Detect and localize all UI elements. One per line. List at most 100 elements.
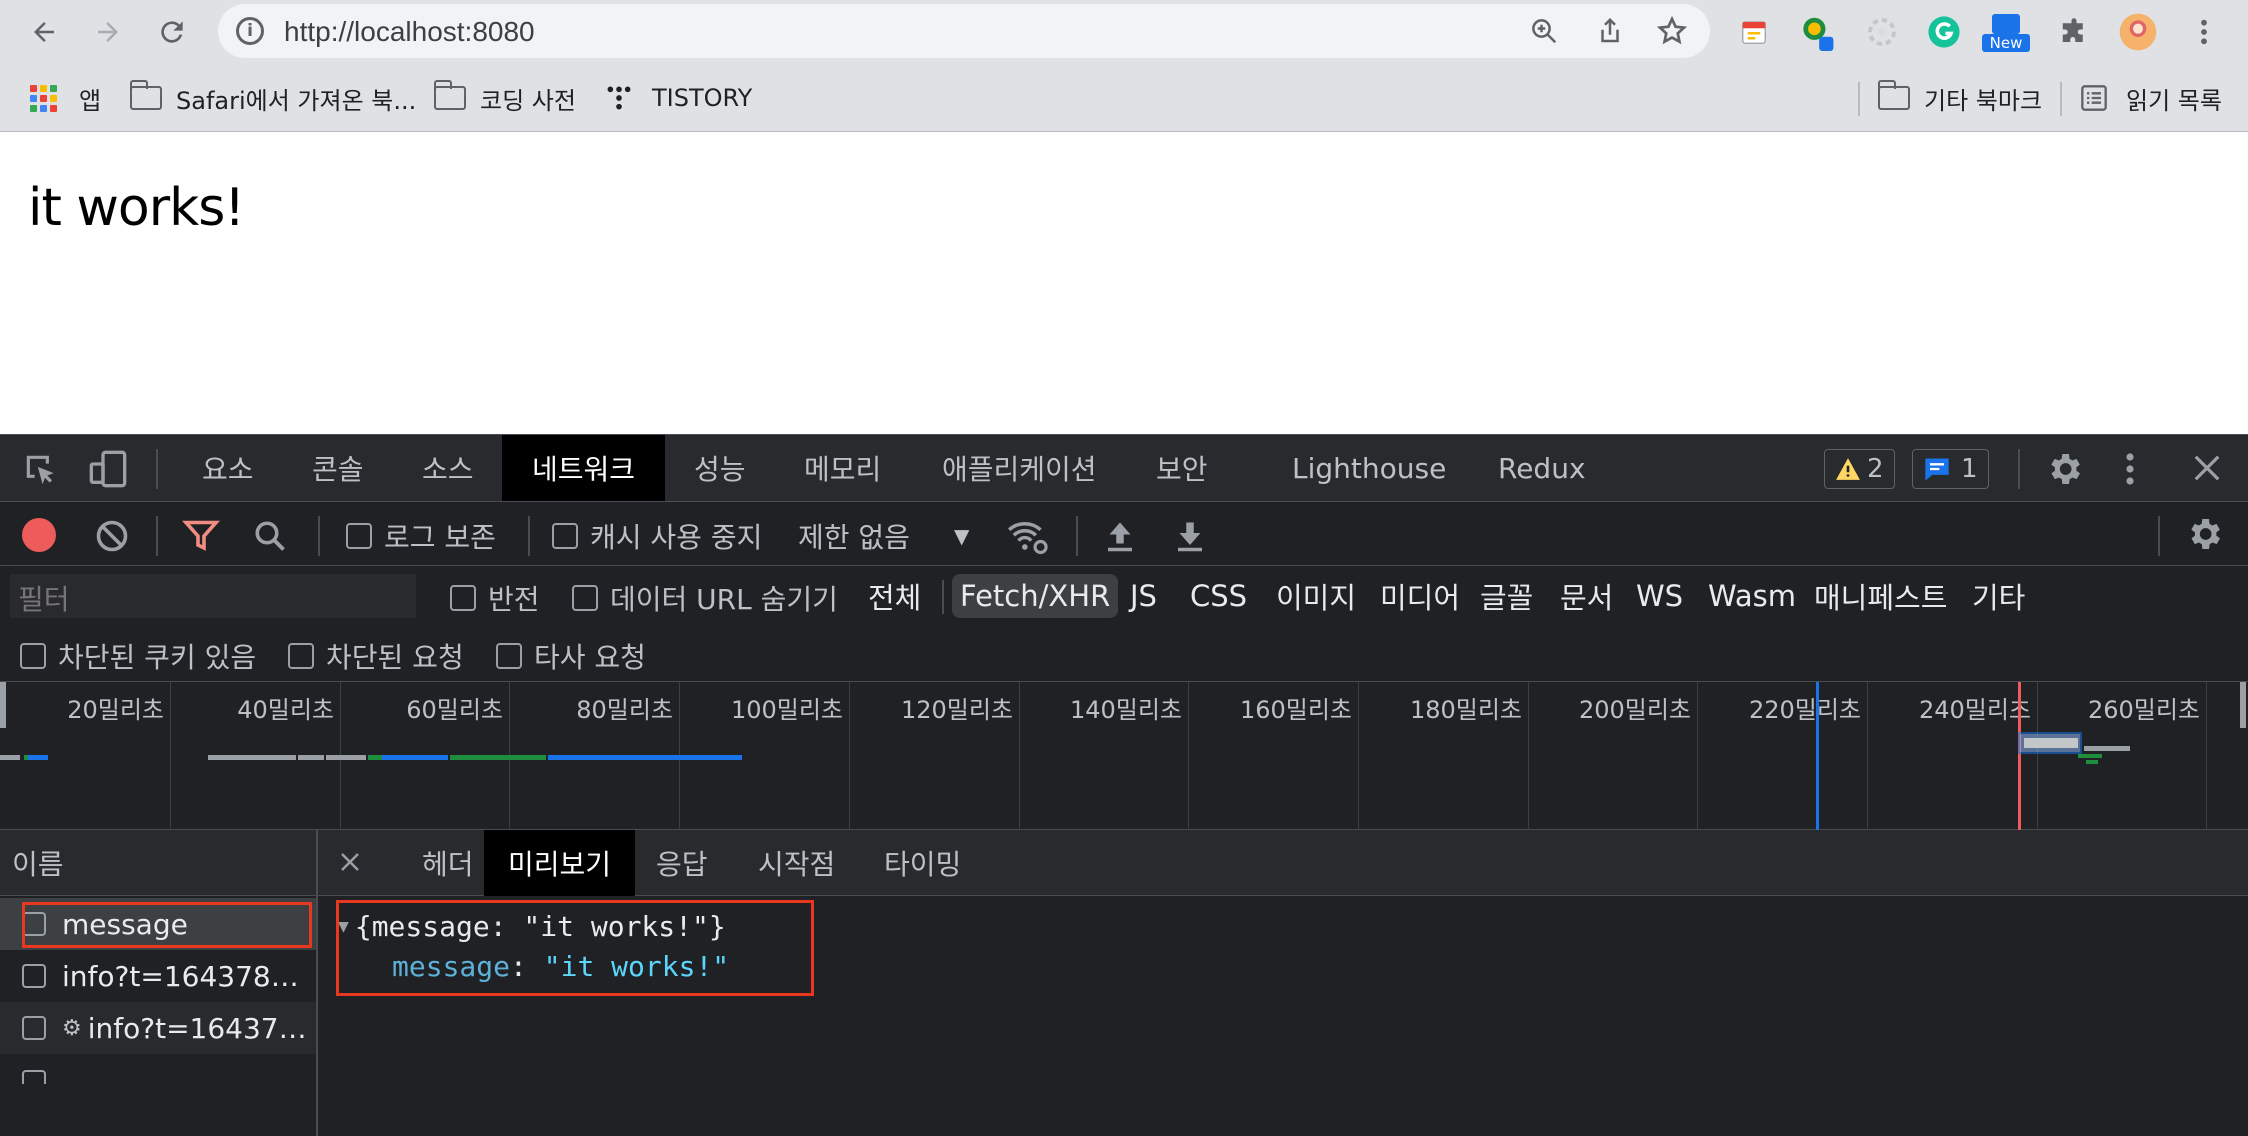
- tab-redux[interactable]: Redux: [1478, 435, 1606, 501]
- tab-preview[interactable]: 미리보기: [484, 830, 636, 896]
- checkbox[interactable]: [346, 523, 372, 549]
- invert-checkbox[interactable]: 반전: [450, 578, 540, 618]
- checkbox[interactable]: [552, 523, 578, 549]
- type-filter-js[interactable]: JS: [1124, 574, 1163, 618]
- type-filter-ws[interactable]: WS: [1630, 574, 1689, 618]
- timeline-bar: [208, 755, 296, 760]
- site-info-icon[interactable]: i: [236, 17, 264, 45]
- preserve-log-checkbox[interactable]: 로그 보존: [346, 516, 496, 556]
- name-column-header[interactable]: 이름: [0, 830, 316, 896]
- import-har-icon[interactable]: [1102, 518, 1138, 561]
- reload-button[interactable]: [148, 8, 196, 56]
- record-icon[interactable]: [22, 518, 56, 552]
- search-icon[interactable]: [252, 518, 288, 561]
- tab-network[interactable]: 네트워크: [502, 435, 666, 501]
- tab-memory[interactable]: 메모리: [784, 435, 901, 501]
- share-icon[interactable]: [1592, 13, 1628, 49]
- type-filter-all[interactable]: 전체: [862, 574, 927, 618]
- folder-icon: [129, 80, 162, 110]
- spinner-extension-icon[interactable]: [1862, 12, 1902, 52]
- filter-input[interactable]: [10, 574, 416, 618]
- tab-response[interactable]: 응답: [634, 830, 730, 896]
- network-conditions-icon[interactable]: [1006, 516, 1050, 563]
- network-settings-gear-icon[interactable]: [2184, 514, 2224, 561]
- timeline-bar: [298, 755, 324, 760]
- overview-right-handle[interactable]: [2240, 682, 2246, 728]
- arrow-right-icon: [98, 22, 118, 42]
- checkbox[interactable]: [572, 585, 598, 611]
- type-filter-fetch-xhr[interactable]: Fetch/XHR: [952, 574, 1119, 618]
- tab-performance[interactable]: 성능: [674, 435, 766, 501]
- blocked-cookies-checkbox[interactable]: 차단된 쿠키 있음: [20, 636, 256, 676]
- type-filter-media[interactable]: 미디어: [1374, 574, 1466, 618]
- request-row-info-2[interactable]: ⚙ info?t=16437…: [0, 1002, 316, 1054]
- back-button[interactable]: [20, 8, 68, 56]
- bird-extension-icon[interactable]: [1796, 12, 1836, 52]
- overview-left-handle[interactable]: [0, 682, 6, 728]
- network-overview-timeline[interactable]: 20밀리초 40밀리초 60밀리초 80밀리초 100밀리초 120밀리초 140밀리초 16…: [0, 682, 2248, 830]
- request-row-partial[interactable]: [0, 1054, 316, 1084]
- type-filter-other[interactable]: 기타: [1966, 574, 2031, 618]
- grammarly-icon[interactable]: [1924, 12, 1964, 52]
- extensions-puzzle-icon[interactable]: [2054, 12, 2094, 52]
- timeline-bar: [2078, 754, 2102, 758]
- zoom-icon[interactable]: [1526, 13, 1562, 49]
- type-filter-img[interactable]: 이미지: [1270, 574, 1362, 618]
- request-detail-pane: 헤더 미리보기 응답 시작점 타이밍 ▼ {message: "it works…: [318, 830, 2248, 1136]
- bookmark-coding-dictionary[interactable]: 코딩 사전: [433, 80, 576, 115]
- checkbox[interactable]: [20, 643, 46, 669]
- messages-badge[interactable]: 1: [1912, 449, 1989, 489]
- timeline-tick-label: 80밀리초: [576, 696, 673, 724]
- device-toolbar-icon[interactable]: [88, 449, 128, 496]
- type-filter-wasm[interactable]: Wasm: [1702, 574, 1802, 618]
- type-filter-manifest[interactable]: 매니페스트: [1808, 574, 1953, 618]
- tab-headers[interactable]: 헤더: [400, 830, 496, 896]
- type-filter-font[interactable]: 글꼴: [1474, 574, 1539, 618]
- type-filter-doc[interactable]: 문서: [1554, 574, 1619, 618]
- reading-list[interactable]: 읽기 목록: [2080, 82, 2222, 115]
- new-badge: New: [1982, 34, 2030, 52]
- tab-elements[interactable]: 요소: [182, 435, 274, 501]
- disable-cache-checkbox[interactable]: 캐시 사용 중지: [552, 516, 762, 556]
- devtools-more-icon[interactable]: [2124, 451, 2136, 494]
- bookmark-safari-folder[interactable]: Safari에서 가져온 북...: [129, 80, 416, 115]
- new-extension-icon[interactable]: New: [1982, 12, 2030, 52]
- timeline-bar: [548, 755, 742, 760]
- request-row-info-1[interactable]: info?t=164378…: [0, 950, 316, 1002]
- tab-timing[interactable]: 타이밍: [862, 830, 983, 896]
- checkbox[interactable]: [450, 585, 476, 611]
- inspect-element-icon[interactable]: [22, 451, 60, 496]
- tab-console[interactable]: 콘솔: [292, 435, 384, 501]
- tab-initiator[interactable]: 시작점: [736, 830, 857, 896]
- filter-funnel-icon[interactable]: [181, 518, 221, 561]
- profile-avatar[interactable]: [2118, 12, 2158, 52]
- throttling-select[interactable]: 제한 없음 ▼: [798, 516, 980, 556]
- settings-gear-icon[interactable]: [2044, 449, 2084, 496]
- timeline-bar: [2024, 738, 2078, 748]
- hide-data-urls-checkbox[interactable]: 데이터 URL 숨기기: [572, 578, 838, 618]
- bookmark-apps[interactable]: 앱: [30, 82, 101, 115]
- tab-lighthouse[interactable]: Lighthouse: [1272, 435, 1466, 501]
- close-detail-icon[interactable]: [338, 850, 362, 881]
- close-devtools-icon[interactable]: [2192, 453, 2222, 490]
- other-bookmarks[interactable]: 기타 북마크: [1877, 80, 2042, 115]
- blocked-requests-checkbox[interactable]: 차단된 요청: [288, 636, 464, 676]
- calendar-extension-icon[interactable]: [1734, 12, 1774, 52]
- third-party-checkbox[interactable]: 타사 요청: [496, 636, 646, 676]
- bookmark-tistory[interactable]: TISTORY: [606, 82, 752, 114]
- request-name: info?t=16437…: [87, 1011, 307, 1045]
- address-bar[interactable]: i http://localhost:8080: [218, 4, 1710, 58]
- checkbox[interactable]: [496, 643, 522, 669]
- clear-icon[interactable]: [94, 518, 130, 561]
- tab-sources[interactable]: 소스: [402, 435, 494, 501]
- tab-application[interactable]: 애플리케이션: [922, 435, 1117, 501]
- browser-menu-icon[interactable]: [2184, 12, 2224, 52]
- warnings-badge[interactable]: 2: [1824, 449, 1895, 489]
- type-filter-css[interactable]: CSS: [1184, 574, 1253, 618]
- forward-button[interactable]: [84, 8, 132, 56]
- export-har-icon[interactable]: [1172, 518, 1208, 561]
- checkbox[interactable]: [288, 643, 314, 669]
- bookmark-star-icon[interactable]: [1654, 13, 1690, 49]
- browser-toolbar: i http://localhost:8080 New: [0, 0, 2248, 64]
- tab-security[interactable]: 보안: [1136, 435, 1228, 501]
